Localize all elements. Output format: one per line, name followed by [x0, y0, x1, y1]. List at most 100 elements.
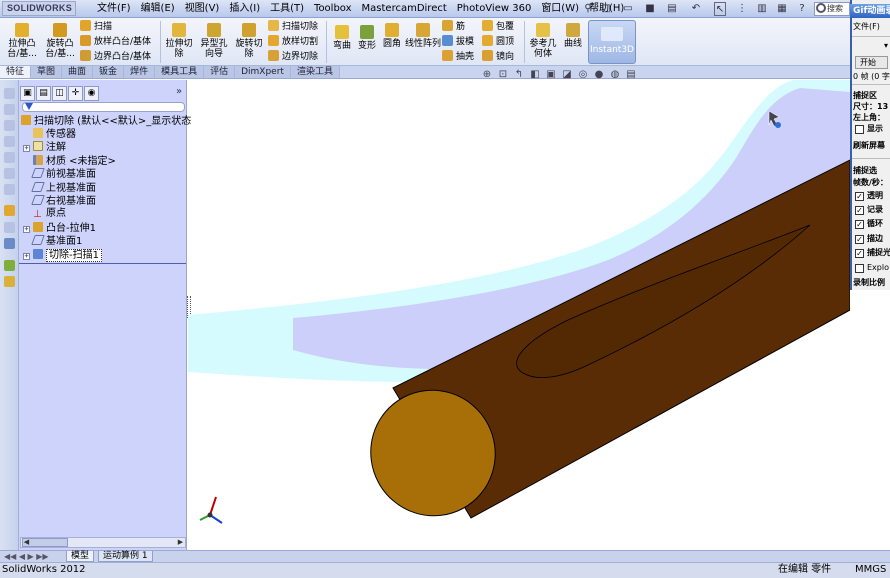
boundary-boss-button[interactable]: 边界凸台/基体 — [80, 50, 151, 65]
gif-explorer-checkbox[interactable] — [855, 264, 864, 273]
tab-model[interactable]: 模型 — [66, 551, 95, 562]
tree-item-sensors[interactable]: 传感器 — [33, 128, 76, 141]
tree-item-plane1[interactable]: 基准面1 — [31, 235, 82, 248]
dome-button[interactable]: 圆顶 — [482, 35, 514, 50]
reference-geometry-button[interactable]: 参考几何体 — [526, 20, 560, 59]
gif-loop-checkbox[interactable]: ✓ — [855, 220, 864, 229]
fillet-button[interactable]: 圆角 — [380, 20, 404, 49]
undo-icon[interactable]: ↶ — [690, 2, 702, 16]
rib-button[interactable]: 筋 — [442, 20, 465, 35]
deform-button[interactable]: 变形 — [355, 22, 379, 51]
expand-toggle[interactable]: + — [23, 253, 30, 260]
relations-icon[interactable] — [4, 222, 15, 233]
swept-cut-button[interactable]: 扫描切除 — [268, 20, 318, 35]
sketch-tool-icon[interactable] — [4, 184, 15, 195]
tree-item-right-plane[interactable]: 右视基准面 — [31, 195, 96, 208]
tree-item-material[interactable]: 材质 <未指定> — [33, 155, 116, 168]
property-manager-tab-icon[interactable]: ▤ — [36, 86, 51, 101]
display-icon[interactable] — [4, 238, 15, 249]
sketch-tool-icon[interactable] — [4, 152, 15, 163]
tab-mold-tools[interactable]: 模具工具 — [155, 66, 205, 78]
sketch-tool-icon[interactable] — [4, 104, 15, 115]
rollback-bar[interactable] — [19, 263, 186, 264]
boundary-cut-button[interactable]: 边界切除 — [268, 50, 318, 65]
feature-tree-tab-icon[interactable]: ▣ — [20, 86, 35, 101]
display-manager-tab-icon[interactable]: ◉ — [84, 86, 99, 101]
tab-motion-study[interactable]: 运动算例 1 — [98, 551, 153, 562]
view-settings-icon[interactable]: ▤ — [624, 69, 638, 81]
tree-item-top-plane[interactable]: 上视基准面 — [31, 182, 96, 195]
extrude-cut-button[interactable]: 拉伸切除 — [163, 20, 195, 59]
hide-show-items-icon[interactable]: ◎ — [576, 69, 590, 81]
previous-view-icon[interactable]: ↰ — [512, 69, 526, 81]
flex-button[interactable]: 弯曲 — [330, 22, 354, 51]
menu-toolbox[interactable]: Toolbox — [309, 0, 357, 18]
gif-record-checkbox[interactable]: ✓ — [855, 206, 864, 215]
lofted-cut-button[interactable]: 放样切割 — [268, 35, 318, 50]
gif-border-checkbox[interactable]: ✓ — [855, 235, 864, 244]
sweep-button[interactable]: 扫描 — [80, 20, 112, 35]
menu-insert[interactable]: 插入(I) — [224, 0, 265, 18]
file-properties-icon[interactable]: ▥ — [756, 2, 768, 16]
menu-photoview[interactable]: PhotoView 360 — [452, 0, 537, 18]
zoom-to-area-icon[interactable]: ⊡ — [496, 69, 510, 81]
view-orientation-icon[interactable]: ▣ — [544, 69, 558, 81]
expand-toggle[interactable]: + — [23, 226, 30, 233]
solidworks-logo[interactable]: SOLIDWORKS — [2, 1, 76, 16]
instant3d-button[interactable]: Instant3D — [588, 20, 636, 64]
tab-weldments[interactable]: 焊件 — [124, 66, 156, 78]
tree-filter-input[interactable] — [22, 102, 185, 112]
menu-edit[interactable]: 编辑(E) — [136, 0, 180, 18]
options-icon[interactable]: ▦ — [776, 2, 788, 16]
tab-dimxpert[interactable]: DimXpert — [235, 66, 291, 78]
wrap-button[interactable]: 包覆 — [482, 20, 514, 35]
help-icon[interactable]: ? — [796, 2, 808, 16]
menu-view[interactable]: 视图(V) — [180, 0, 225, 18]
tab-nav-arrows-icon[interactable]: ◀◀ ◀ ▶ ▶▶ — [4, 552, 49, 561]
menu-tools[interactable]: 工具(T) — [265, 0, 309, 18]
status-units[interactable]: MMGS — [855, 563, 886, 577]
menu-file[interactable]: 文件(F) — [92, 0, 136, 18]
rebuild-traffic-light-icon[interactable]: ⋮ — [736, 2, 748, 16]
save-icon[interactable]: ■ — [644, 2, 656, 16]
tree-item-boss-extrude[interactable]: 凸台-拉伸1 — [33, 222, 96, 235]
sketch-tool-icon[interactable] — [4, 120, 15, 131]
scroll-left-icon[interactable]: ◀ — [22, 538, 31, 547]
gif-menu-file[interactable]: 文件(F) — [853, 21, 880, 32]
graphics-area[interactable] — [188, 80, 850, 550]
linear-pattern-button[interactable]: 线性阵列 — [405, 20, 441, 49]
draft-button[interactable]: 拔模 — [442, 35, 474, 50]
tab-sketch[interactable]: 草图 — [31, 66, 63, 78]
gif-start-button[interactable]: 开始 — [855, 56, 888, 69]
gif-refresh-button[interactable]: 刷新屏幕 — [853, 140, 885, 151]
edit-appearance-icon[interactable]: ● — [592, 69, 606, 81]
sketch-tool-icon[interactable] — [4, 88, 15, 99]
tree-item-annotations[interactable]: 注解 — [33, 141, 66, 154]
gif-capture-cursor-checkbox[interactable]: ✓ — [855, 249, 864, 258]
tree-item-origin[interactable]: ⊥ 原点 — [33, 208, 66, 220]
zoom-to-fit-icon[interactable]: ⊕ — [480, 69, 494, 81]
revolve-cut-button[interactable]: 旋转切除 — [233, 20, 265, 59]
smart-dimension-icon[interactable] — [4, 205, 15, 216]
tree-item-front-plane[interactable]: 前视基准面 — [31, 168, 96, 181]
appearance-icon[interactable] — [4, 260, 15, 271]
sketch-tool-icon[interactable] — [4, 136, 15, 147]
apply-scene-icon[interactable]: ◍ — [608, 69, 622, 81]
tab-evaluate[interactable]: 评估 — [204, 66, 236, 78]
tree-root[interactable]: 扫描切除 (默认<<默认>_显示状态 — [21, 115, 191, 128]
hole-wizard-button[interactable]: 异型孔向导 — [197, 20, 231, 59]
sketch-tool-icon[interactable] — [4, 168, 15, 179]
menu-window[interactable]: 窗口(W) — [536, 0, 584, 18]
loft-button[interactable]: 放样凸台/基体 — [80, 35, 151, 50]
tab-features[interactable]: 特征 — [0, 66, 32, 78]
gif-dropdown-icon[interactable]: ▾ — [884, 40, 888, 51]
tab-sheet-metal[interactable]: 钣金 — [93, 66, 125, 78]
gif-transparent-checkbox[interactable]: ✓ — [855, 192, 864, 201]
mirror-button[interactable]: 镜向 — [482, 50, 514, 65]
curves-button[interactable]: 曲线 — [561, 20, 585, 49]
configuration-tab-icon[interactable]: ◫ — [52, 86, 67, 101]
extrude-boss-button[interactable]: 拉伸凸台/基... — [4, 20, 40, 59]
pin-icon[interactable]: ⚲ — [582, 2, 594, 16]
display-style-icon[interactable]: ◪ — [560, 69, 574, 81]
select-arrow-icon[interactable]: ↖ — [714, 2, 726, 16]
